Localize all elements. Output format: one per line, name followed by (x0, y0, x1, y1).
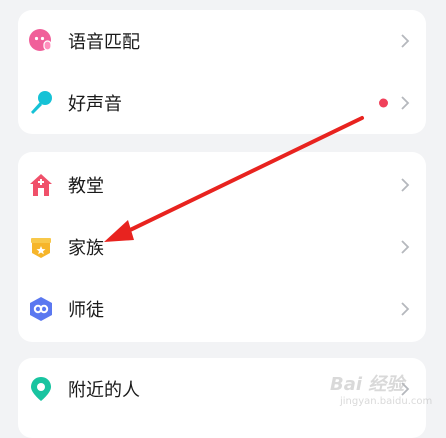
notification-dot (379, 98, 388, 108)
family-badge-icon (28, 234, 54, 260)
microphone-icon (28, 90, 54, 116)
row-family[interactable]: 家族 (18, 216, 426, 278)
row-nearby-people-label: 附近的人 (68, 380, 140, 401)
row-good-voice-label: 好声音 (68, 94, 122, 115)
chevron-right-icon (401, 178, 410, 192)
row-church[interactable]: 教堂 (18, 154, 426, 216)
chevron-right-icon (401, 34, 410, 48)
row-nearby-people[interactable]: 附近的人 (18, 358, 426, 420)
row-church-label: 教堂 (68, 176, 104, 197)
mentor-icon (28, 296, 54, 322)
settings-card-1: 语音匹配 好声音 (18, 10, 426, 134)
row-voice-match[interactable]: 语音匹配 (18, 10, 426, 72)
row-mentor-label: 师徒 (68, 300, 104, 321)
church-icon (28, 172, 54, 198)
row-good-voice[interactable]: 好声音 (18, 72, 426, 134)
row-mentor[interactable]: 师徒 (18, 278, 426, 340)
chevron-right-icon (401, 240, 410, 254)
settings-card-3: 附近的人 (18, 358, 426, 438)
chevron-right-icon (401, 302, 410, 316)
chevron-right-icon (401, 382, 410, 396)
voice-match-icon (28, 28, 54, 54)
settings-card-2: 教堂 家族 师徒 (18, 152, 426, 342)
location-pin-icon (28, 376, 54, 402)
chevron-right-icon (401, 96, 410, 110)
row-family-label: 家族 (68, 238, 104, 259)
row-voice-match-label: 语音匹配 (68, 32, 140, 53)
